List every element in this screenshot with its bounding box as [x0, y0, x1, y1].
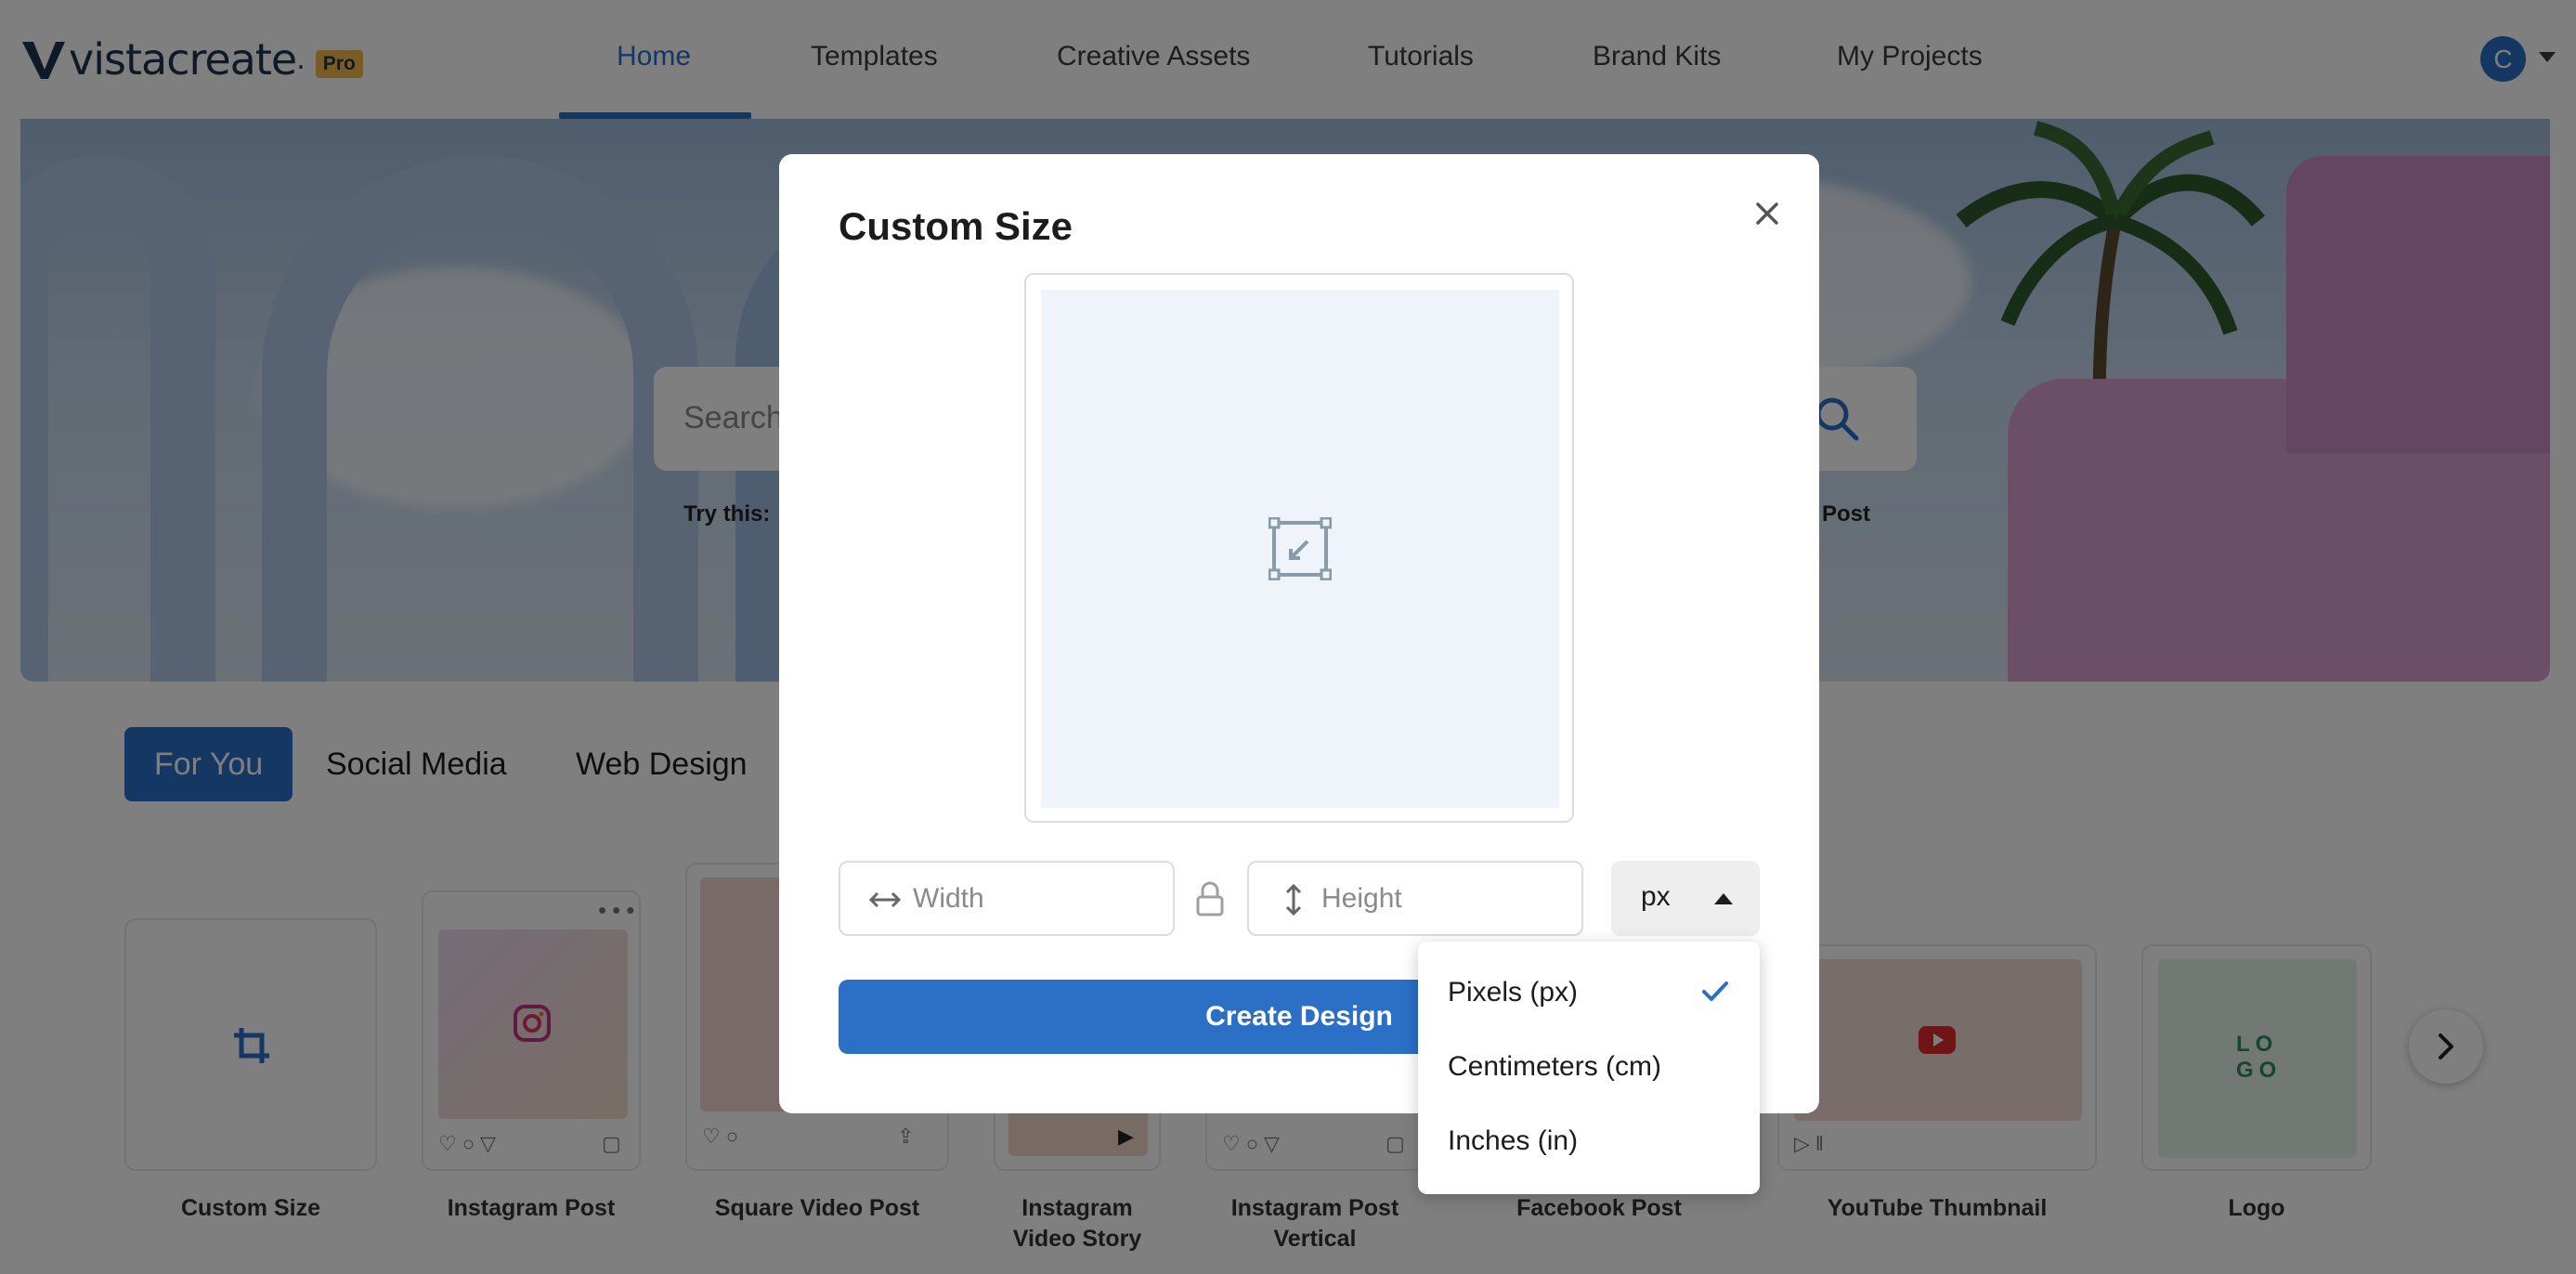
chevron-up-icon: [1714, 893, 1733, 904]
unit-dropdown-menu: Pixels (px) Centimeters (cm) Inches (in): [1418, 942, 1760, 1194]
unit-select-value: px: [1641, 881, 1671, 912]
vertical-arrows-icon: [1285, 883, 1302, 916]
unit-option-pixels[interactable]: Pixels (px): [1448, 977, 1578, 1008]
width-placeholder: Width: [913, 883, 984, 914]
close-icon: [1756, 202, 1778, 225]
size-preview-frame: [1024, 273, 1574, 823]
lock-icon[interactable]: [1194, 880, 1226, 917]
close-button[interactable]: [1745, 191, 1789, 236]
resize-icon: [1268, 517, 1332, 580]
horizontal-arrows-icon: [868, 891, 902, 908]
check-icon: [1702, 982, 1728, 1001]
unit-option-centimeters[interactable]: Centimeters (cm): [1448, 1051, 1661, 1083]
unit-select[interactable]: px: [1611, 861, 1760, 936]
width-input[interactable]: Width: [839, 861, 1175, 936]
modal-title: Custom Size: [839, 204, 1073, 248]
height-placeholder: Height: [1321, 883, 1402, 914]
size-preview-canvas: [1041, 290, 1559, 808]
unit-option-inches[interactable]: Inches (in): [1448, 1125, 1578, 1157]
height-input[interactable]: Height: [1247, 861, 1583, 936]
